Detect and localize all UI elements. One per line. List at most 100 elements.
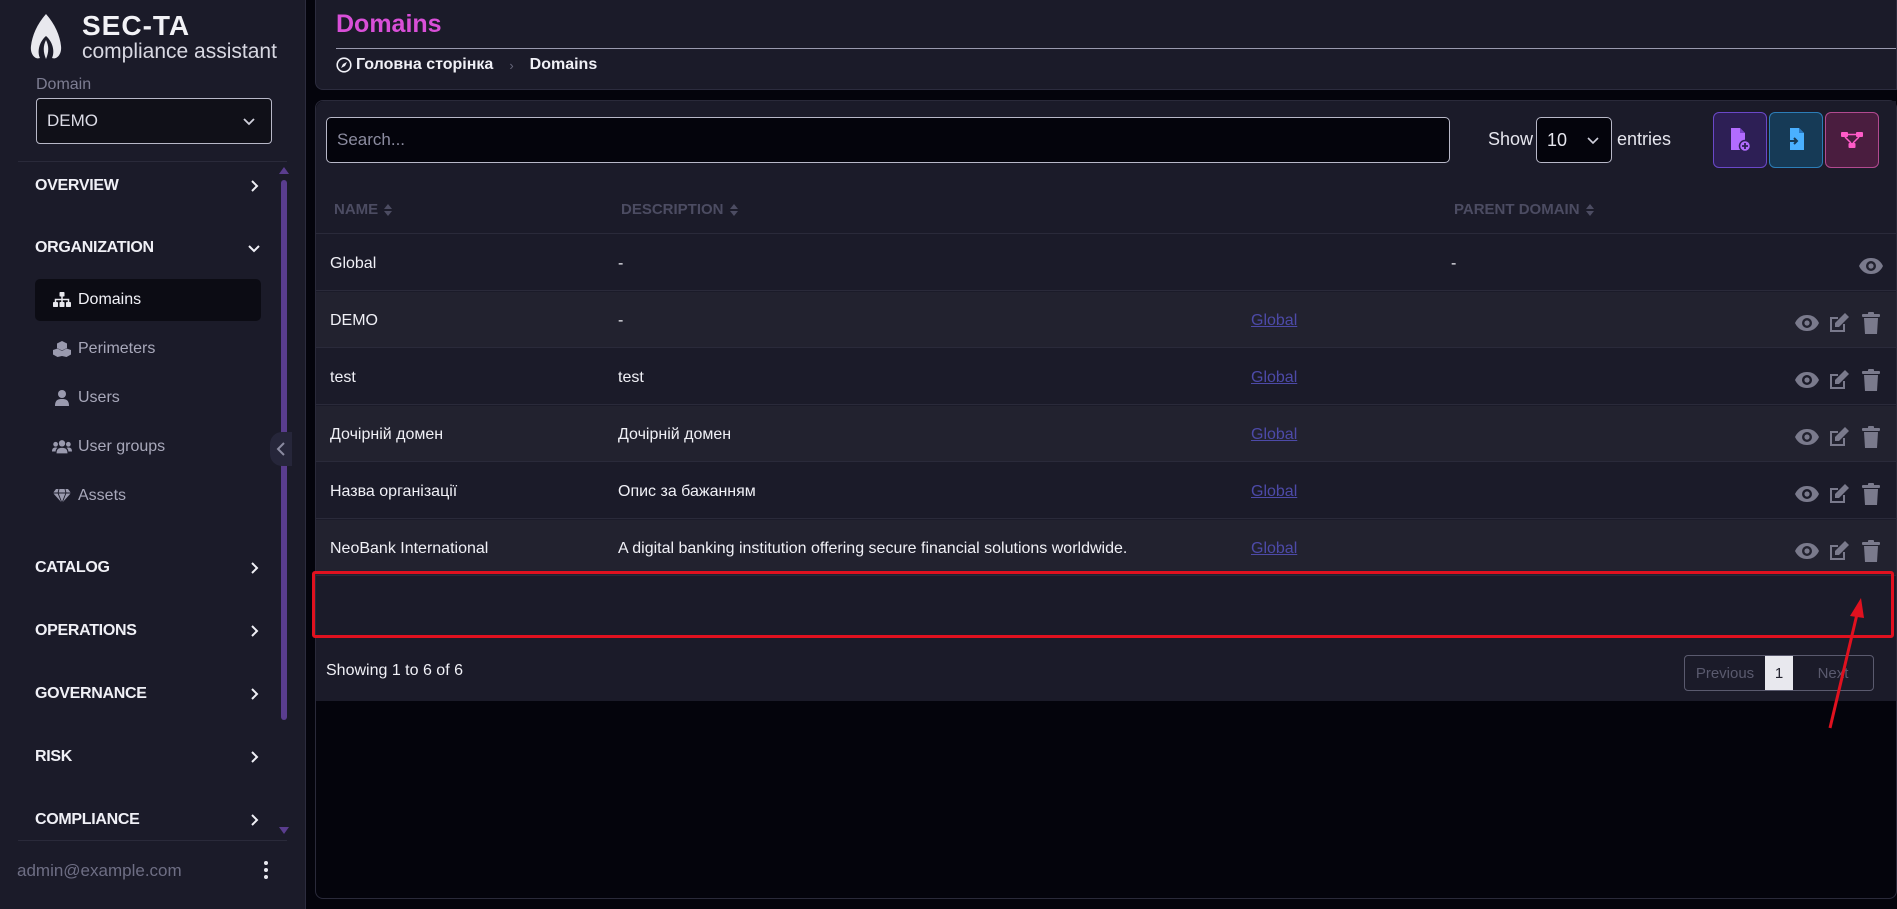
cell-parent-domain-link[interactable]: Global (1251, 369, 1297, 387)
sidebar-item-users[interactable]: Users (35, 377, 261, 419)
column-header-name[interactable]: NAME (334, 201, 393, 218)
domain-graph-button[interactable] (1825, 112, 1879, 168)
domain-select[interactable]: DEMO (36, 98, 272, 144)
nav-section-organization[interactable]: ORGANIZATION (35, 233, 261, 263)
chevron-right-icon (251, 751, 259, 763)
sidebar-item-perimeters[interactable]: Perimeters (35, 328, 261, 370)
kebab-menu-icon[interactable] (262, 860, 270, 885)
eye-icon[interactable] (1794, 481, 1820, 507)
search-input[interactable] (326, 117, 1450, 163)
breadcrumb: Головна сторінка › Domains (336, 56, 597, 74)
edit-icon[interactable] (1826, 424, 1852, 450)
table-row: test test Global (316, 349, 1896, 405)
sidebar-item-label: Perimeters (78, 340, 156, 357)
domains-card: Show 10 entries NAME DESCRIPTION PARENT … (312, 100, 1897, 899)
file-import-icon (1786, 128, 1804, 150)
cell-parent-domain-link[interactable]: Global (1251, 483, 1297, 501)
edit-icon[interactable] (1826, 481, 1852, 507)
nav-section-overview[interactable]: OVERVIEW (35, 171, 261, 201)
sidebar-item-user-groups[interactable]: User groups (35, 426, 261, 468)
sort-icon (1585, 203, 1594, 216)
chevron-down-icon (243, 118, 255, 126)
nav-section-label: OVERVIEW (35, 177, 119, 194)
sidebar-item-assets[interactable]: Assets (35, 475, 261, 517)
gem-icon (52, 489, 72, 503)
nav-section-label: CATALOG (35, 559, 110, 576)
trash-icon[interactable] (1858, 424, 1884, 450)
cell-name: DEMO (330, 312, 378, 329)
eye-icon[interactable] (1794, 538, 1820, 564)
entries-select[interactable]: 10 (1536, 117, 1612, 163)
cell-name: Дочірній домен (330, 426, 444, 443)
nav-section-label: RISK (35, 748, 73, 765)
scroll-down-arrow[interactable] (279, 827, 289, 834)
domain-select-value: DEMO (47, 111, 98, 130)
cell-description: test (618, 369, 644, 386)
import-domain-button[interactable] (1769, 112, 1823, 168)
sort-icon (384, 203, 393, 216)
edit-icon[interactable] (1826, 367, 1852, 393)
sidebar-divider (18, 840, 287, 841)
logo[interactable]: SEC-TA compliance assistant (26, 12, 277, 62)
table-row: NeoBank International A digital banking … (316, 520, 1896, 576)
chevron-down-icon (248, 245, 260, 253)
sidebar-collapse-button[interactable] (270, 432, 292, 466)
logo-icon (30, 14, 62, 59)
breadcrumb-separator: › (509, 57, 514, 73)
column-header-label: PARENT DOMAIN (1454, 201, 1580, 218)
cell-parent-domain-link[interactable]: Global (1251, 426, 1297, 444)
edit-icon[interactable] (1826, 310, 1852, 336)
add-domain-button[interactable] (1713, 112, 1767, 168)
column-header-parent-domain[interactable]: PARENT DOMAIN (1454, 201, 1594, 218)
table-info: Showing 1 to 6 of 6 (326, 662, 463, 679)
nav-section-catalog[interactable]: CATALOG (35, 553, 261, 583)
cell-parent-domain-link[interactable]: Global (1251, 312, 1297, 330)
pagination-page[interactable]: 1 (1765, 656, 1793, 690)
nav-section-risk[interactable]: RISK (35, 742, 261, 772)
nav-section-compliance[interactable]: COMPLIANCE (35, 805, 261, 835)
sidebar-item-domains[interactable]: Domains (35, 279, 261, 321)
sidebar-item-label: User groups (78, 438, 166, 455)
sidebar-item-label: Assets (78, 487, 127, 504)
cell-name: Назва організації (330, 483, 458, 500)
trash-icon[interactable] (1858, 481, 1884, 507)
trash-icon[interactable] (1858, 310, 1884, 336)
nav-section-label: OPERATIONS (35, 622, 137, 639)
chevron-right-icon (251, 814, 259, 826)
breadcrumb-home-link[interactable]: Головна сторінка (356, 56, 493, 74)
cell-description: - (618, 312, 624, 329)
column-header-label: NAME (334, 201, 379, 218)
show-label: Show (1488, 129, 1534, 149)
user-email: admin@example.com (17, 861, 182, 880)
diagram-icon (1841, 132, 1863, 148)
entries-label: entries (1617, 129, 1672, 149)
nav-section-governance[interactable]: GOVERNANCE (35, 679, 261, 709)
table-row: Назва організації Опис за бажанням Globa… (316, 463, 1896, 519)
cell-name: Global (330, 255, 377, 272)
sitemap-icon (52, 292, 72, 308)
chevron-right-icon (251, 625, 259, 637)
eye-icon[interactable] (1794, 310, 1820, 336)
file-plus-icon (1731, 128, 1751, 152)
compass-icon (336, 57, 352, 73)
cell-description: A digital banking institution offering s… (618, 540, 1128, 557)
domain-label: Domain (36, 76, 92, 93)
chevron-down-icon (1587, 137, 1599, 145)
sidebar-divider (18, 161, 287, 162)
chevron-left-icon (276, 442, 285, 456)
sidebar-item-label: Domains (78, 291, 142, 308)
eye-icon[interactable] (1794, 367, 1820, 393)
annotation-arrow (1828, 598, 1864, 729)
cell-description: Дочірній домен (618, 426, 732, 443)
column-header-description[interactable]: DESCRIPTION (621, 201, 738, 218)
trash-icon[interactable] (1858, 538, 1884, 564)
cell-parent-domain-link[interactable]: Global (1251, 540, 1297, 558)
nav-section-operations[interactable]: OPERATIONS (35, 616, 261, 646)
eye-icon[interactable] (1858, 253, 1884, 279)
scroll-up-arrow[interactable] (279, 167, 289, 174)
pagination-previous[interactable]: Previous (1685, 656, 1765, 690)
eye-icon[interactable] (1794, 424, 1820, 450)
trash-icon[interactable] (1858, 367, 1884, 393)
edit-icon[interactable] (1826, 538, 1852, 564)
table-row: Global - - (316, 235, 1896, 291)
